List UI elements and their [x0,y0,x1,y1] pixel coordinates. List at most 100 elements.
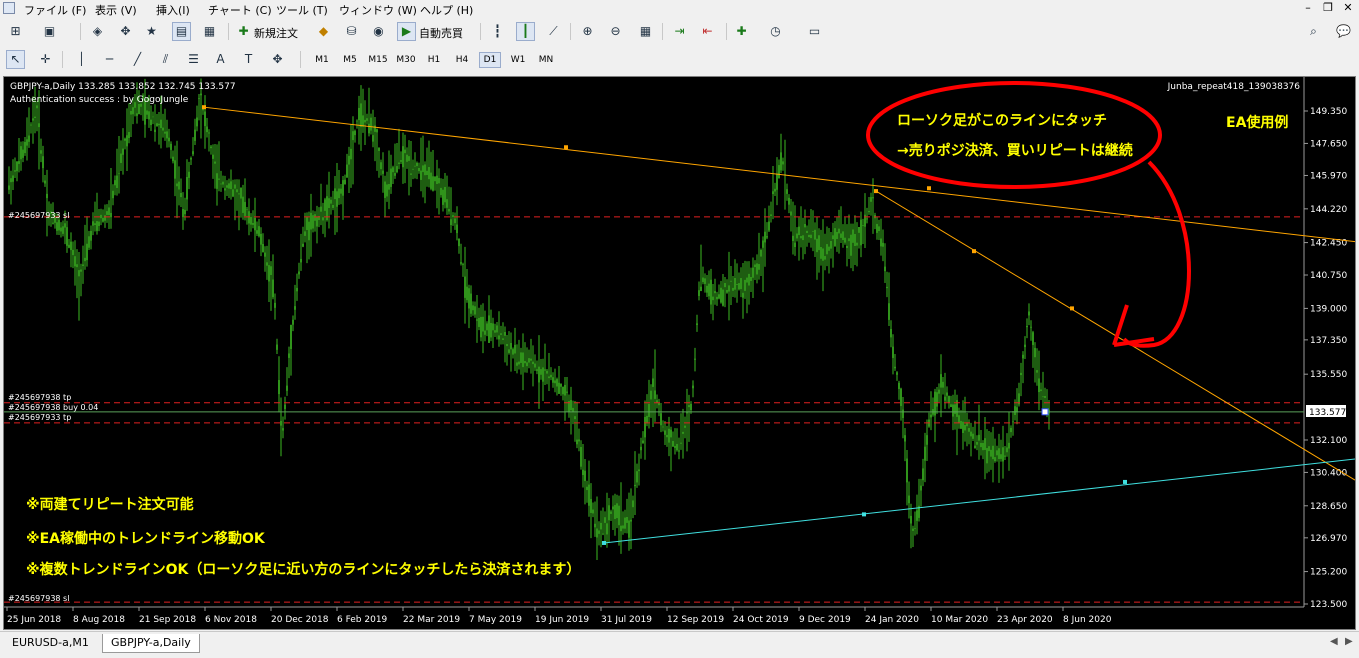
order-label-tp-933: #245697933 tp [8,413,71,422]
close-icon[interactable]: ✕ [1340,1,1356,15]
new-order-button[interactable]: 新規注文 [254,25,298,41]
periods-icon[interactable]: ◷ [766,22,785,41]
metaeditor-icon[interactable]: ◆ [314,22,333,41]
tile-windows-icon[interactable]: ▦ [636,22,655,41]
auto-trading-icon[interactable]: ▶ [397,22,416,41]
tab-eurusd[interactable]: EURUSD-a,M1 [4,634,97,652]
auto-trading-button[interactable]: 自動売買 [419,25,463,41]
toolbar-separator [480,23,481,40]
crosshair-icon[interactable]: ✛ [36,50,55,69]
price-axis-label: 140.750 [1310,271,1347,281]
callout-ellipse [866,81,1162,189]
text-tool-icon[interactable]: A [211,50,230,69]
current-price-label: 133.577 [1309,408,1346,418]
market-watch-icon[interactable]: ◈ [88,22,107,41]
order-label-sl-933: #245697933 sl [8,211,69,220]
zoom-out-icon[interactable]: ⊖ [606,22,625,41]
time-axis-label: 8 Aug 2018 [73,615,125,625]
minimize-icon[interactable]: – [1300,1,1316,15]
price-axis-label: 135.550 [1310,370,1347,380]
time-axis-label: 9 Dec 2019 [799,615,851,625]
restore-icon[interactable]: ❐ [1320,1,1336,15]
callout-arrowhead [1112,304,1155,347]
order-label-tp-938: #245697938 tp [8,393,71,402]
menu-tools[interactable]: ツール (T) [276,2,328,18]
toolbar-separator [80,23,81,40]
price-axis-label: 123.500 [1310,600,1347,610]
trendline-anchor [602,540,606,545]
cursor-icon[interactable]: ↖ [6,50,25,69]
menu-help[interactable]: ヘルプ (H) [420,2,473,18]
menu-file[interactable]: ファイル (F) [24,2,86,18]
channel-icon[interactable]: ⫽ [156,50,175,69]
note-hedge-repeat: ※両建てリピート注文可能 [26,496,194,513]
fibonacci-icon[interactable]: ☰ [184,50,203,69]
price-axis-label: 149.350 [1310,107,1347,117]
price-axis-label: 128.650 [1310,502,1347,512]
tf-mn[interactable]: MN [535,52,557,68]
trendline-midpoint [972,249,976,254]
tf-h4[interactable]: H4 [451,52,473,68]
vertical-line-icon[interactable]: │ [72,50,91,69]
tf-d1[interactable]: D1 [479,52,501,68]
menu-window[interactable]: ウィンドウ (W) [339,2,417,18]
time-axis-label: 25 Jun 2018 [7,615,61,625]
tf-h1[interactable]: H1 [423,52,445,68]
time-axis-label: 22 Mar 2019 [403,615,460,625]
chat-icon[interactable]: 💬 [1334,22,1353,41]
tf-m5[interactable]: M5 [339,52,361,68]
bar-chart-icon[interactable]: ┇ [488,22,507,41]
tab-scroll-left-icon[interactable]: ◀ [1330,636,1338,647]
menu-chart[interactable]: チャート (C) [208,2,272,18]
time-axis-label: 6 Nov 2018 [205,615,257,625]
navigator-icon[interactable]: ★ [142,22,161,41]
templates-icon[interactable]: ▭ [805,22,824,41]
tab-gbpjpy[interactable]: GBPJPY-a,Daily [102,634,200,653]
chart-window[interactable]: 149.350 147.650 145.970 144.220 142.450 140.7… [3,76,1356,630]
time-axis-label: 21 Sep 2018 [139,615,196,625]
tf-m30[interactable]: M30 [395,52,417,68]
toolbar-separator [662,23,663,40]
indicators-icon[interactable]: ✚ [732,22,751,41]
time-axis-label: 8 Jun 2020 [1063,615,1112,625]
signals-icon[interactable]: ⛁ [342,22,361,41]
trendline-anchor [1070,306,1074,311]
trendline-anchor [927,186,931,191]
menu-view[interactable]: 表示 (V) [95,2,137,18]
time-axis-label: 31 Jul 2019 [601,615,652,625]
toolbar-separator [62,51,63,68]
ea-example-label: EA使用例 [1226,114,1288,131]
trendline-icon[interactable]: ╱ [128,50,147,69]
data-window-icon[interactable]: ✥ [116,22,135,41]
zoom-in-icon[interactable]: ⊕ [578,22,597,41]
text-label-icon[interactable]: T [239,50,258,69]
line-chart-icon[interactable]: ⟋ [544,22,563,41]
strategy-tester-icon[interactable]: ▦ [200,22,219,41]
chart-shift-icon[interactable]: ⇤ [698,22,717,41]
price-axis-label: 147.650 [1310,139,1347,149]
market-icon[interactable]: ◉ [369,22,388,41]
tf-w1[interactable]: W1 [507,52,529,68]
terminal-icon[interactable]: ▤ [172,22,191,41]
menu-insert[interactable]: 挿入(I) [156,2,190,18]
search-icon[interactable]: ⌕ [1304,22,1323,41]
support-trendline [603,458,1355,544]
tf-m15[interactable]: M15 [367,52,389,68]
new-order-icon[interactable]: ✚ [234,22,253,41]
candlestick-icon[interactable]: ┃ [516,22,535,41]
price-axis-label: 126.970 [1310,534,1347,544]
time-axis-label: 19 Jun 2019 [535,615,589,625]
shapes-icon[interactable]: ✥ [268,50,287,69]
horizontal-line-icon[interactable]: ─ [100,50,119,69]
auto-scroll-icon[interactable]: ⇥ [670,22,689,41]
trendline-anchor [202,105,206,110]
tab-scroll-right-icon[interactable]: ▶ [1345,636,1353,647]
new-chart-icon[interactable]: ⊞ [6,22,25,41]
price-chart[interactable]: 149.350147.650145.970144.220142.450140.7… [4,77,1355,629]
time-axis-label: 12 Sep 2019 [667,615,724,625]
tf-m1[interactable]: M1 [311,52,333,68]
trendline-anchor [1123,479,1127,484]
profiles-icon[interactable]: ▣ [40,22,59,41]
price-axis-label: 144.220 [1310,205,1347,215]
price-axis-label: 125.200 [1310,568,1347,578]
